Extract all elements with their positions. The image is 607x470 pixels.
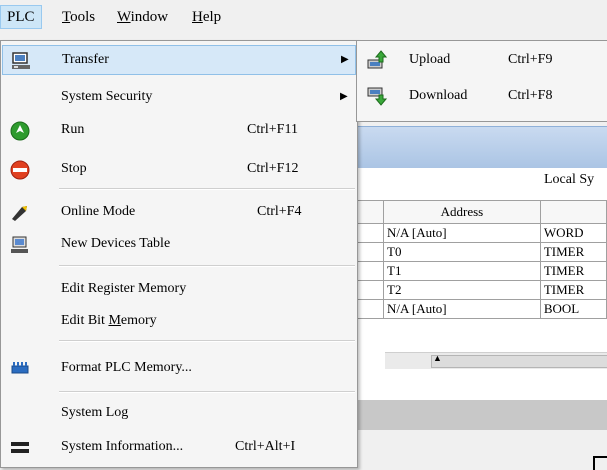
menu-help-mnemonic: H (192, 9, 203, 25)
row-marker (354, 223, 385, 243)
submenu-item-upload[interactable]: Upload Ctrl+F9 (361, 45, 607, 75)
menu-item-shortcut: Ctrl+F12 (247, 161, 299, 176)
menu-item-label: Run (61, 122, 85, 137)
menu-plc[interactable]: PLC (0, 5, 42, 29)
menu-item-label: Edit Register Memory (61, 281, 187, 296)
menu-item-label: Edit Bit Memory (61, 307, 157, 335)
table-corner (354, 200, 385, 224)
new-devices-table-icon (11, 236, 28, 253)
submenu-arrow-icon: ▶ (341, 54, 349, 65)
stop-icon (10, 160, 30, 180)
row-marker (354, 242, 385, 262)
menu-item-label: Online Mode (61, 204, 136, 219)
cell-type[interactable]: BOOL (539, 299, 607, 319)
menu-item-label: Transfer (62, 52, 109, 67)
memory-chip-icon (11, 362, 29, 374)
menu-plc-label: PLC (7, 9, 35, 25)
scroll-grip-icon: ▲ (433, 353, 442, 363)
cell-type[interactable]: TIMER (539, 242, 607, 262)
table-row[interactable]: N/A [Auto] WORD (354, 223, 607, 243)
submenu-item-label: Upload (409, 52, 451, 67)
menu-tools-mnemonic: T (62, 9, 71, 25)
local-system-caption: Local Sy (544, 172, 595, 187)
transfer-icon (12, 52, 30, 69)
menu-item-stop[interactable]: Stop Ctrl+F12 (2, 155, 354, 183)
menu-item-label: System Security (61, 89, 153, 104)
table-row[interactable]: T0 TIMER (354, 242, 607, 262)
status-panel (355, 400, 607, 430)
cell-address[interactable]: T2 (383, 280, 541, 300)
row-marker (354, 261, 385, 281)
horizontal-scrollbar[interactable]: ▲ (385, 352, 607, 369)
menu-item-system-information[interactable]: System Information... Ctrl+Alt+I (2, 433, 354, 461)
table-header-row: Address (354, 200, 607, 224)
menu-window[interactable]: Window (111, 6, 174, 28)
menu-item-system-log[interactable]: System Log (2, 399, 354, 427)
download-icon (367, 87, 387, 106)
menu-help-label: elp (202, 9, 222, 25)
menu-item-label: Stop (61, 161, 87, 176)
menu-separator (59, 391, 355, 393)
table-row[interactable]: T1 TIMER (354, 261, 607, 281)
menu-window-label: indow (130, 9, 169, 25)
menu-item-label: System Information... (61, 439, 184, 454)
cell-address[interactable]: N/A [Auto] (383, 223, 541, 243)
cell-type[interactable]: WORD (539, 223, 607, 243)
cell-type[interactable]: TIMER (539, 280, 607, 300)
menu-tools-label: ools (70, 9, 96, 25)
upload-icon (367, 50, 387, 69)
system-information-icon (11, 442, 29, 453)
menu-help[interactable]: Help (186, 6, 227, 28)
cell-address[interactable]: T1 (383, 261, 541, 281)
menu-item-label: System Log (61, 405, 129, 420)
menu-separator (59, 340, 355, 342)
row-marker (354, 280, 385, 300)
online-mode-icon (12, 206, 27, 221)
menu-item-shortcut: Ctrl+F4 (257, 204, 302, 219)
variables-table: Address N/A [Auto] WORD T0 TIMER T1 TIMER T… (354, 200, 607, 319)
menu-item-system-security[interactable]: System Security ▶ (2, 83, 354, 111)
submenu-item-label: Download (409, 88, 468, 103)
submenu-item-download[interactable]: Download Ctrl+F8 (361, 81, 607, 111)
column-header-type[interactable] (539, 200, 607, 224)
submenu-arrow-icon: ▶ (340, 91, 348, 102)
menu-item-run[interactable]: Run Ctrl+F11 (2, 116, 354, 144)
menu-item-format-plc-memory[interactable]: Format PLC Memory... (2, 354, 354, 382)
menu-item-edit-bit-memory[interactable]: Edit Bit Memory (2, 307, 354, 335)
menu-item-online-mode[interactable]: Online Mode Ctrl+F4 (2, 198, 354, 226)
menu-separator (59, 265, 355, 267)
table-row[interactable]: N/A [Auto] BOOL (354, 299, 607, 319)
document-header-panel (355, 126, 607, 169)
menu-item-label-rest: emory (120, 313, 157, 328)
cell-address[interactable]: T0 (383, 242, 541, 262)
run-icon (10, 121, 30, 141)
menu-item-shortcut: Ctrl+F11 (247, 122, 298, 137)
menu-item-mnemonic: M (108, 313, 121, 328)
column-header-address[interactable]: Address (383, 200, 541, 224)
menu-item-label: Format PLC Memory... (61, 360, 192, 375)
menu-item-label: New Devices Table (61, 236, 171, 251)
menu-item-shortcut: Ctrl+Alt+I (235, 439, 296, 454)
cell-address[interactable]: N/A [Auto] (383, 299, 541, 319)
menu-separator (59, 188, 355, 190)
menu-tools[interactable]: Tools (56, 6, 101, 28)
scrollbar-thumb[interactable] (431, 355, 607, 368)
menu-item-transfer[interactable]: Transfer ▶ (2, 45, 356, 75)
submenu-item-shortcut: Ctrl+F8 (508, 88, 553, 103)
transfer-submenu: Upload Ctrl+F9 Download Ctrl+F8 (356, 40, 607, 122)
submenu-item-shortcut: Ctrl+F9 (508, 52, 553, 67)
menu-item-new-devices-table[interactable]: New Devices Table (2, 230, 354, 258)
table-row[interactable]: T2 TIMER (354, 280, 607, 300)
menu-item-edit-register-memory[interactable]: Edit Register Memory (2, 275, 354, 303)
row-marker (354, 299, 385, 319)
plc-dropdown-menu: Transfer ▶ System Security ▶ Run Ctrl+F1… (0, 40, 358, 468)
menu-window-mnemonic: W (117, 9, 131, 25)
menubar: PLC Tools Window Help (0, 0, 607, 34)
cell-type[interactable]: TIMER (539, 261, 607, 281)
menu-item-label-prefix: Edit Bit (61, 313, 109, 328)
